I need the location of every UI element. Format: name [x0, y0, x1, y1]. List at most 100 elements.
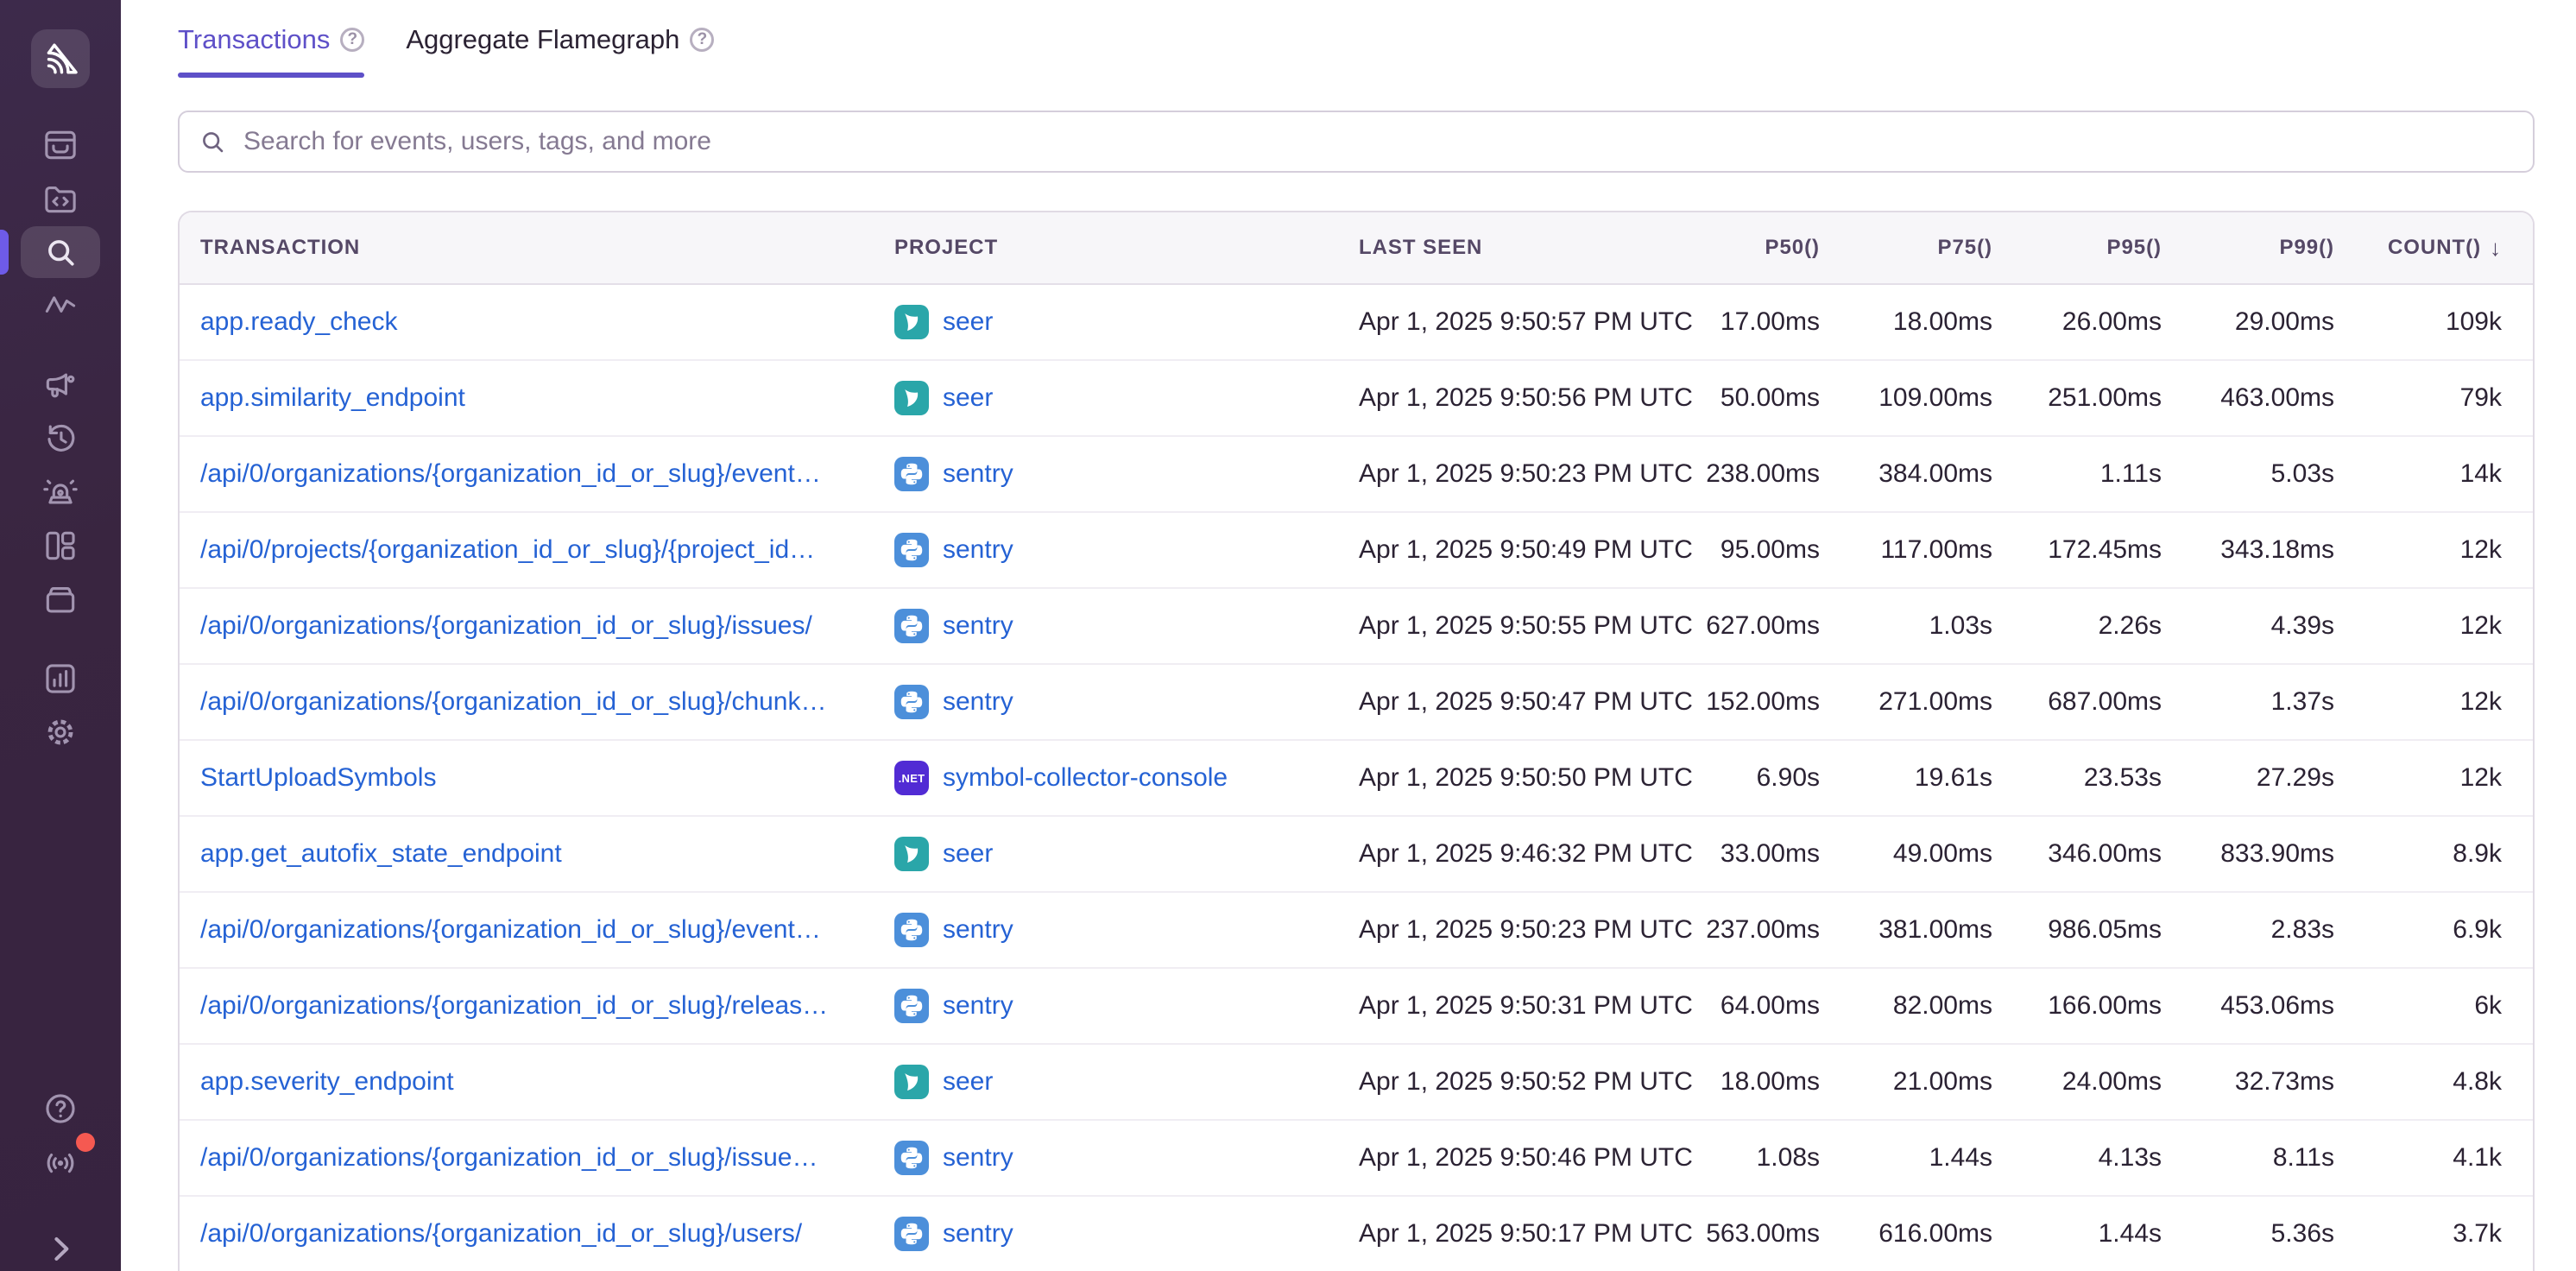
project-link[interactable]: sentry: [943, 1143, 1013, 1173]
column-header-p99[interactable]: P99(): [2162, 236, 2334, 260]
nav-releases[interactable]: [21, 573, 100, 625]
transaction-link[interactable]: StartUploadSymbols: [200, 763, 436, 792]
last-seen-cell: Apr 1, 2025 9:50:55 PM UTC: [1359, 611, 1687, 641]
column-header-p50[interactable]: P50(): [1687, 236, 1820, 260]
count-cell: 6k: [2334, 991, 2533, 1021]
transaction-link[interactable]: /api/0/organizations/{organization_id_or…: [200, 459, 821, 488]
last-seen-cell: Apr 1, 2025 9:50:46 PM UTC: [1359, 1143, 1687, 1173]
p99-cell: 32.73ms: [2162, 1067, 2334, 1097]
nav-dashboards[interactable]: [21, 520, 100, 572]
column-header-p95[interactable]: P95(): [1992, 236, 2162, 260]
p75-cell: 381.00ms: [1820, 915, 1992, 945]
siren-icon: [41, 473, 79, 511]
python-icon: [894, 533, 929, 567]
p75-cell: 109.00ms: [1820, 383, 1992, 413]
column-header-count-label: COUNT(): [2388, 236, 2481, 260]
project-link[interactable]: sentry: [943, 535, 1013, 565]
sentry-logo[interactable]: [31, 29, 90, 88]
p75-cell: 117.00ms: [1820, 535, 1992, 565]
p50-cell: 17.00ms: [1687, 307, 1820, 337]
chevron-right-icon: [41, 1230, 79, 1268]
project-cell: sentry: [894, 685, 1359, 719]
column-header-p75[interactable]: P75(): [1820, 236, 1992, 260]
transaction-cell: /api/0/projects/{organization_id_or_slug…: [200, 535, 894, 565]
project-link[interactable]: sentry: [943, 915, 1013, 945]
table-row: app.severity_endpoint seer Apr 1, 2025 9…: [180, 1043, 2533, 1119]
project-cell: sentry: [894, 989, 1359, 1023]
board-icon: [41, 527, 79, 565]
nav-settings[interactable]: [21, 706, 100, 758]
nav-issues[interactable]: [21, 119, 100, 171]
table-row: /api/0/organizations/{organization_id_or…: [180, 1195, 2533, 1271]
table-row: app.get_autofix_state_endpoint seer Apr …: [180, 815, 2533, 891]
column-header-project[interactable]: PROJECT: [894, 236, 1359, 260]
transaction-link[interactable]: /api/0/projects/{organization_id_or_slug…: [200, 535, 815, 564]
table-row: /api/0/organizations/{organization_id_or…: [180, 1119, 2533, 1195]
transaction-cell: /api/0/organizations/{organization_id_or…: [200, 1219, 894, 1249]
seer-icon: [894, 381, 929, 415]
transaction-link[interactable]: app.get_autofix_state_endpoint: [200, 839, 562, 868]
nav-help[interactable]: [21, 1083, 100, 1135]
transaction-link[interactable]: /api/0/organizations/{organization_id_or…: [200, 991, 828, 1020]
project-link[interactable]: seer: [943, 1067, 993, 1097]
p99-cell: 5.36s: [2162, 1219, 2334, 1249]
search-bar[interactable]: [178, 111, 2535, 173]
help-icon[interactable]: ?: [690, 28, 714, 52]
project-cell: sentry: [894, 457, 1359, 491]
column-header-transaction[interactable]: TRANSACTION: [200, 236, 894, 260]
p75-cell: 1.03s: [1820, 611, 1992, 641]
search-input[interactable]: [240, 125, 2514, 158]
help-icon[interactable]: ?: [340, 28, 364, 52]
transaction-link[interactable]: app.severity_endpoint: [200, 1067, 454, 1096]
p95-cell: 172.45ms: [1992, 535, 2162, 565]
transaction-cell: /api/0/organizations/{organization_id_or…: [200, 459, 894, 489]
tab-aggregate-flamegraph[interactable]: Aggregate Flamegraph ?: [406, 24, 714, 78]
last-seen-cell: Apr 1, 2025 9:50:47 PM UTC: [1359, 687, 1687, 717]
nav-alerts[interactable]: [21, 466, 100, 518]
python-icon: [894, 913, 929, 947]
transaction-link[interactable]: /api/0/organizations/{organization_id_or…: [200, 1219, 802, 1248]
nav-stats[interactable]: [21, 653, 100, 705]
project-link[interactable]: seer: [943, 383, 993, 413]
count-cell: 12k: [2334, 611, 2533, 641]
column-header-last-seen[interactable]: LAST SEEN: [1359, 236, 1687, 260]
p99-cell: 343.18ms: [2162, 535, 2334, 565]
project-link[interactable]: seer: [943, 839, 993, 869]
transaction-link[interactable]: /api/0/organizations/{organization_id_or…: [200, 687, 827, 716]
nav-replays[interactable]: [21, 413, 100, 465]
tab-transactions[interactable]: Transactions ?: [178, 24, 364, 78]
project-cell: seer: [894, 305, 1359, 339]
project-link[interactable]: sentry: [943, 991, 1013, 1021]
nav-projects[interactable]: [21, 173, 100, 224]
project-cell: seer: [894, 381, 1359, 415]
transaction-link[interactable]: app.similarity_endpoint: [200, 383, 465, 412]
project-link[interactable]: symbol-collector-console: [943, 763, 1228, 793]
p50-cell: 64.00ms: [1687, 991, 1820, 1021]
broadcast-icon: [41, 1143, 79, 1181]
count-cell: 6.9k: [2334, 915, 2533, 945]
sidebar-expand[interactable]: [21, 1223, 100, 1271]
transaction-link[interactable]: app.ready_check: [200, 307, 398, 336]
nav-performance[interactable]: [21, 280, 100, 332]
transaction-link[interactable]: /api/0/organizations/{organization_id_or…: [200, 611, 812, 640]
transaction-link[interactable]: /api/0/organizations/{organization_id_or…: [200, 915, 821, 944]
column-header-count[interactable]: COUNT() ↓: [2334, 235, 2533, 262]
project-link[interactable]: sentry: [943, 687, 1013, 717]
project-link[interactable]: sentry: [943, 459, 1013, 489]
project-cell: sentry: [894, 913, 1359, 947]
count-cell: 4.1k: [2334, 1143, 2533, 1173]
nav-explore[interactable]: [21, 226, 100, 278]
transaction-link[interactable]: /api/0/organizations/{organization_id_or…: [200, 1143, 818, 1172]
nav-feedback[interactable]: [21, 359, 100, 411]
tab-label: Aggregate Flamegraph: [406, 24, 679, 55]
project-link[interactable]: sentry: [943, 1219, 1013, 1249]
p95-cell: 2.26s: [1992, 611, 2162, 641]
project-link[interactable]: sentry: [943, 611, 1013, 641]
table-row: /api/0/organizations/{organization_id_or…: [180, 435, 2533, 511]
nav-whats-new[interactable]: [21, 1136, 100, 1188]
transaction-cell: app.ready_check: [200, 307, 894, 337]
megaphone-icon: [41, 366, 79, 404]
python-icon: [894, 989, 929, 1023]
count-cell: 12k: [2334, 763, 2533, 793]
project-link[interactable]: seer: [943, 307, 993, 337]
